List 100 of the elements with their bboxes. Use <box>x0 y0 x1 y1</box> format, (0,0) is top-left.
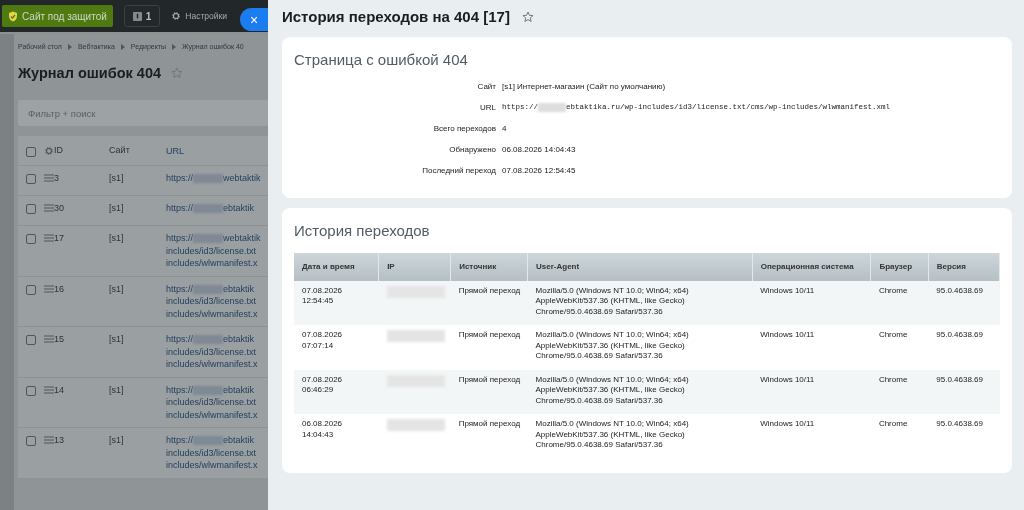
table-cell-text: [s1] <box>109 172 125 186</box>
settings-button[interactable]: Настройки <box>169 9 230 23</box>
url-link[interactable]: includes/id3/license.txt <box>166 295 258 308</box>
table-cell-text: [s1] <box>109 282 125 296</box>
time-text: 14:04:43 <box>302 429 335 440</box>
table-cell: 95.0.4638.69 <box>928 280 1000 325</box>
menu-icon[interactable] <box>44 385 54 394</box>
settings-icon <box>171 11 182 21</box>
column-header: Версия <box>928 252 1000 281</box>
notification-button[interactable]: 1 <box>123 5 161 27</box>
table-cell: 95.0.4638.69 <box>928 369 1000 414</box>
url-link[interactable]: webtaktik <box>223 173 261 184</box>
url-link[interactable]: https:// <box>166 384 193 395</box>
table-cell: Chrome <box>870 325 929 370</box>
menu-icon[interactable] <box>44 335 54 344</box>
url-link[interactable]: webtaktik <box>223 233 261 244</box>
checkbox[interactable] <box>26 146 36 157</box>
table-cell: Chrome <box>870 280 929 325</box>
filter-field[interactable]: Фильтр + поиск <box>18 100 268 127</box>
table-cell-text: 17 <box>54 232 65 246</box>
url-link[interactable]: https:// <box>166 435 193 446</box>
url-link[interactable]: includes/wlwmanifest.x <box>166 307 258 321</box>
field-label: Сайт <box>476 81 496 93</box>
menu-icon[interactable] <box>44 234 54 243</box>
star-icon[interactable] <box>521 11 534 24</box>
chevron-icon <box>172 44 177 51</box>
checkbox[interactable] <box>26 284 36 295</box>
time-text: 07:07:14 <box>302 340 335 351</box>
chevron-icon <box>120 44 125 51</box>
field-label: URL <box>479 102 496 114</box>
url-link[interactable]: includes/id3/license.txt <box>166 244 261 258</box>
blurred-block <box>193 174 223 184</box>
panel-title: История переходов на 404 [17] <box>282 7 510 27</box>
url-link[interactable]: https:// <box>166 233 193 244</box>
table-cell-text: 14 <box>54 383 65 397</box>
section-heading: Страница с ошибкой 404 <box>294 49 469 70</box>
field-label: Всего переходов <box>432 123 496 135</box>
table-cell: Windows 10/11 <box>752 325 871 370</box>
url-link[interactable]: ebtaktik <box>223 283 255 294</box>
table-cell: Windows 10/11 <box>752 280 871 325</box>
url-link[interactable]: includes/id3/license.txt <box>166 446 258 460</box>
table-cell: Mozilla/5.0 (Windows NT 10.0; Win64; x64) AppleWebKit/537.36 (KHTML, like Gecko) Chrome/95.0.4638.69 Safari/537.36 <box>527 325 753 370</box>
url-link[interactable]: https:// <box>166 334 193 345</box>
table-cell: Прямой переход <box>450 280 528 325</box>
menu-icon[interactable] <box>44 436 54 445</box>
checkbox[interactable] <box>26 234 36 245</box>
blurred-block <box>386 419 445 431</box>
table-cell: Mozilla/5.0 (Windows NT 10.0; Win64; x64) AppleWebKit/537.36 (KHTML, like Gecko) Chrome/95.0.4638.69 Safari/537.36 <box>527 414 753 459</box>
column-header: User-Agent <box>527 252 753 281</box>
table-cell: Chrome <box>870 369 929 414</box>
protection-button[interactable]: Сайт под защитой <box>2 5 113 27</box>
close-button[interactable]: × <box>240 8 268 31</box>
table-cell: Mozilla/5.0 (Windows NT 10.0; Win64; x64) AppleWebKit/537.36 (KHTML, like Gecko) Chrome/95.0.4638.69 Safari/537.36 <box>527 280 753 325</box>
table-cell-text: 3 <box>54 172 60 186</box>
menu-icon[interactable] <box>44 284 54 293</box>
table-cell-text: 13 <box>54 434 65 448</box>
url-link[interactable]: ebtaktik <box>223 334 255 345</box>
date-text: 07.08.2026 <box>302 285 344 296</box>
url-link[interactable]: includes/wlwmanifest.x <box>166 408 258 422</box>
blurred-block <box>193 284 223 294</box>
url-link[interactable]: ebtaktik <box>223 203 255 214</box>
url-link[interactable]: https:// <box>166 173 193 184</box>
blurred-block <box>193 204 223 214</box>
table-cell: Прямой переход <box>450 369 528 414</box>
url-link[interactable]: includes/wlwmanifest.x <box>166 459 258 472</box>
menu-icon[interactable] <box>44 174 54 183</box>
table-cell: Прямой переход <box>450 325 528 370</box>
checkbox[interactable] <box>26 174 36 185</box>
star-icon[interactable] <box>171 67 184 80</box>
table-cell: 95.0.4638.69 <box>928 325 1000 370</box>
settings-icon[interactable] <box>44 145 54 156</box>
field-value: [s1] Интернет-магазин (Сайт по умолчанию) <box>502 81 666 93</box>
chevron-icon <box>67 44 72 51</box>
url-link[interactable]: includes/wlwmanifest.x <box>166 257 261 270</box>
url-link[interactable]: includes/id3/license.txt <box>166 345 258 359</box>
table-cell: Windows 10/11 <box>752 369 871 414</box>
table-cell-text: [s1] <box>109 202 125 216</box>
blurred-block <box>193 385 223 395</box>
url-link[interactable]: includes/wlwmanifest.x <box>166 358 258 371</box>
column-header: Дата и время <box>294 252 379 281</box>
checkbox[interactable] <box>26 204 36 215</box>
checkbox[interactable] <box>26 335 36 346</box>
section-heading: История переходов <box>294 221 431 241</box>
url-link[interactable]: ebtaktik <box>223 384 255 395</box>
url-link[interactable]: https:// <box>166 203 193 214</box>
table-cell: Прямой переход <box>450 414 528 459</box>
url-link[interactable]: includes/id3/license.txt <box>166 396 258 409</box>
column-header: ID <box>54 144 64 157</box>
column-header: Браузер <box>870 252 929 281</box>
column-header: Источник <box>450 252 528 281</box>
table-cell-text: [s1] <box>109 434 125 448</box>
notice-icon <box>132 11 142 21</box>
page-title: Журнал ошибок 404 <box>18 63 162 83</box>
url-link[interactable]: https:// <box>166 283 193 294</box>
checkbox[interactable] <box>26 436 36 447</box>
url-link[interactable]: ebtaktik <box>223 435 255 446</box>
column-header: Сайт <box>109 144 131 157</box>
checkbox[interactable] <box>26 385 36 396</box>
table-cell-text: 30 <box>54 202 65 216</box>
menu-icon[interactable] <box>44 204 54 213</box>
